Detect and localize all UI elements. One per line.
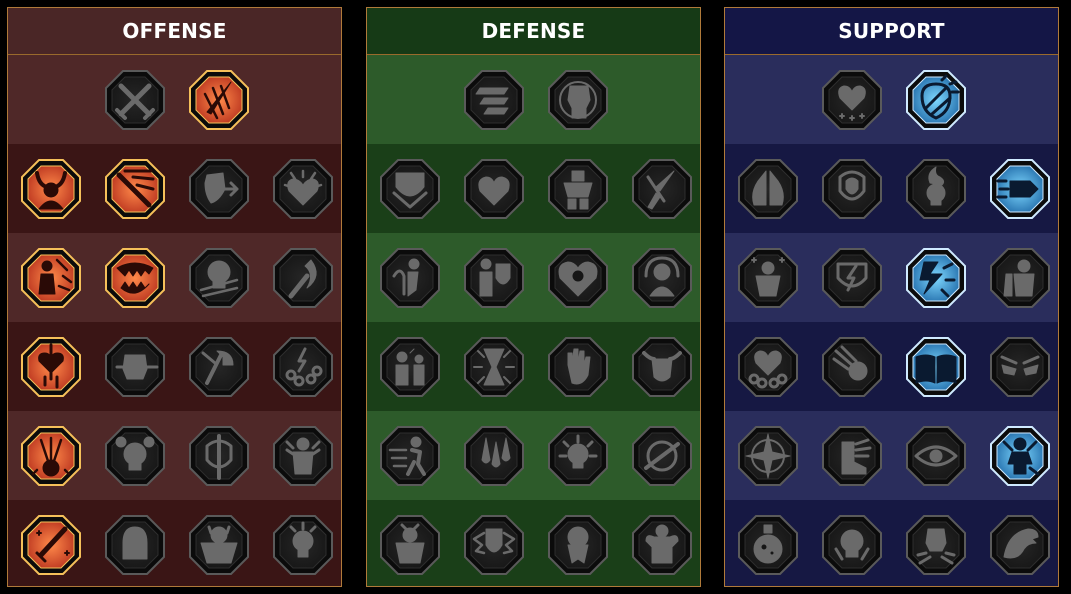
defense-talent-slot[interactable] — [378, 424, 442, 488]
support-talent-slot[interactable] — [736, 246, 800, 310]
support-talent-slot[interactable] — [904, 246, 968, 310]
knight-helm-icon — [122, 526, 148, 560]
offense-talent-slot[interactable] — [103, 513, 167, 577]
support-tier-row — [725, 322, 1058, 411]
offense-tier-row — [8, 144, 341, 233]
defense-talent-slot[interactable] — [546, 246, 610, 310]
offense-talent-slot[interactable] — [103, 157, 167, 221]
offense-tier-row — [8, 411, 341, 500]
support-talent-slot[interactable] — [904, 68, 968, 132]
support-talent-slot[interactable] — [820, 513, 884, 577]
defense-talent-slot[interactable] — [546, 424, 610, 488]
defense-talent-slot[interactable] — [546, 335, 610, 399]
offense-talent-slot[interactable] — [19, 424, 83, 488]
defense-talent-slot[interactable] — [630, 157, 694, 221]
defense-talent-slot[interactable] — [546, 513, 610, 577]
defense-tier-row — [367, 500, 700, 586]
defense-tier-row — [367, 322, 700, 411]
support-tier-row — [725, 411, 1058, 500]
support-talent-slot[interactable] — [820, 246, 884, 310]
support-talent-slot[interactable] — [820, 157, 884, 221]
support-talent-slot[interactable] — [904, 157, 968, 221]
defense-talent-slot[interactable] — [378, 246, 442, 310]
defense-header: DEFENSE — [367, 8, 700, 56]
offense-talent-slot[interactable] — [271, 424, 335, 488]
hourglass-icon — [473, 348, 515, 386]
support-panel: SUPPORT — [724, 7, 1059, 587]
defense-talent-slot[interactable] — [630, 335, 694, 399]
defense-talent-slot[interactable] — [378, 157, 442, 221]
offense-tier-row — [8, 322, 341, 411]
defense-talent-slot[interactable] — [462, 513, 526, 577]
bearded-skull-icon — [567, 526, 589, 564]
defense-tier-row — [367, 233, 700, 322]
defense-tier-row — [367, 55, 700, 144]
offense-panel: OFFENSE — [7, 7, 342, 587]
support-talent-slot[interactable] — [988, 335, 1052, 399]
offense-talent-slot[interactable] — [271, 157, 335, 221]
support-talent-slot[interactable] — [904, 335, 968, 399]
offense-talent-slot[interactable] — [19, 513, 83, 577]
support-tier-row — [725, 500, 1058, 586]
support-talent-slot[interactable] — [820, 424, 884, 488]
defense-talent-slot[interactable] — [378, 513, 442, 577]
support-talent-slot[interactable] — [736, 513, 800, 577]
offense-tier-row — [8, 500, 341, 586]
offense-talent-slot[interactable] — [187, 424, 251, 488]
offense-talent-slot[interactable] — [187, 68, 251, 132]
defense-talent-slot[interactable] — [630, 513, 694, 577]
support-talent-slot[interactable] — [904, 424, 968, 488]
support-talent-slot[interactable] — [988, 424, 1052, 488]
support-talent-slot[interactable] — [904, 513, 968, 577]
support-talent-slot[interactable] — [736, 335, 800, 399]
support-talent-slot[interactable] — [736, 424, 800, 488]
support-talent-slot[interactable] — [988, 157, 1052, 221]
defense-talent-slot[interactable] — [462, 335, 526, 399]
offense-tier-row — [8, 233, 341, 322]
defense-talent-slot[interactable] — [462, 246, 526, 310]
defense-talent-slot[interactable] — [546, 68, 610, 132]
offense-talent-slot[interactable] — [19, 335, 83, 399]
defense-talent-slot[interactable] — [462, 157, 526, 221]
support-talent-slot[interactable] — [820, 335, 884, 399]
defense-tier-row — [367, 144, 700, 233]
offense-tier-row — [8, 55, 341, 144]
support-tier-row — [725, 144, 1058, 233]
support-header: SUPPORT — [725, 8, 1058, 56]
offense-header: OFFENSE — [8, 8, 341, 56]
offense-talent-slot[interactable] — [103, 68, 167, 132]
offense-talent-slot[interactable] — [187, 335, 251, 399]
support-talent-slot[interactable] — [988, 246, 1052, 310]
defense-talent-slot[interactable] — [378, 335, 442, 399]
defense-talent-slot[interactable] — [546, 157, 610, 221]
offense-talent-slot[interactable] — [187, 246, 251, 310]
offense-talent-slot[interactable] — [271, 513, 335, 577]
support-talent-slot[interactable] — [736, 157, 800, 221]
offense-talent-slot[interactable] — [103, 246, 167, 310]
defense-talent-slot[interactable] — [630, 424, 694, 488]
offense-talent-slot[interactable] — [103, 424, 167, 488]
defense-talent-slot[interactable] — [462, 68, 526, 132]
offense-talent-slot[interactable] — [271, 246, 335, 310]
support-talent-slot[interactable] — [820, 68, 884, 132]
support-talent-slot[interactable] — [988, 513, 1052, 577]
offense-talent-slot[interactable] — [187, 157, 251, 221]
support-tier-row — [725, 233, 1058, 322]
defense-talent-slot[interactable] — [630, 246, 694, 310]
offense-talent-slot[interactable] — [19, 246, 83, 310]
offense-talent-slot[interactable] — [19, 157, 83, 221]
support-tier-row — [725, 55, 1058, 144]
defense-tier-row — [367, 411, 700, 500]
offense-talent-slot[interactable] — [271, 335, 335, 399]
offense-talent-slot[interactable] — [103, 335, 167, 399]
offense-talent-slot[interactable] — [187, 513, 251, 577]
defense-talent-slot[interactable] — [462, 424, 526, 488]
defense-panel: DEFENSE — [366, 7, 701, 587]
